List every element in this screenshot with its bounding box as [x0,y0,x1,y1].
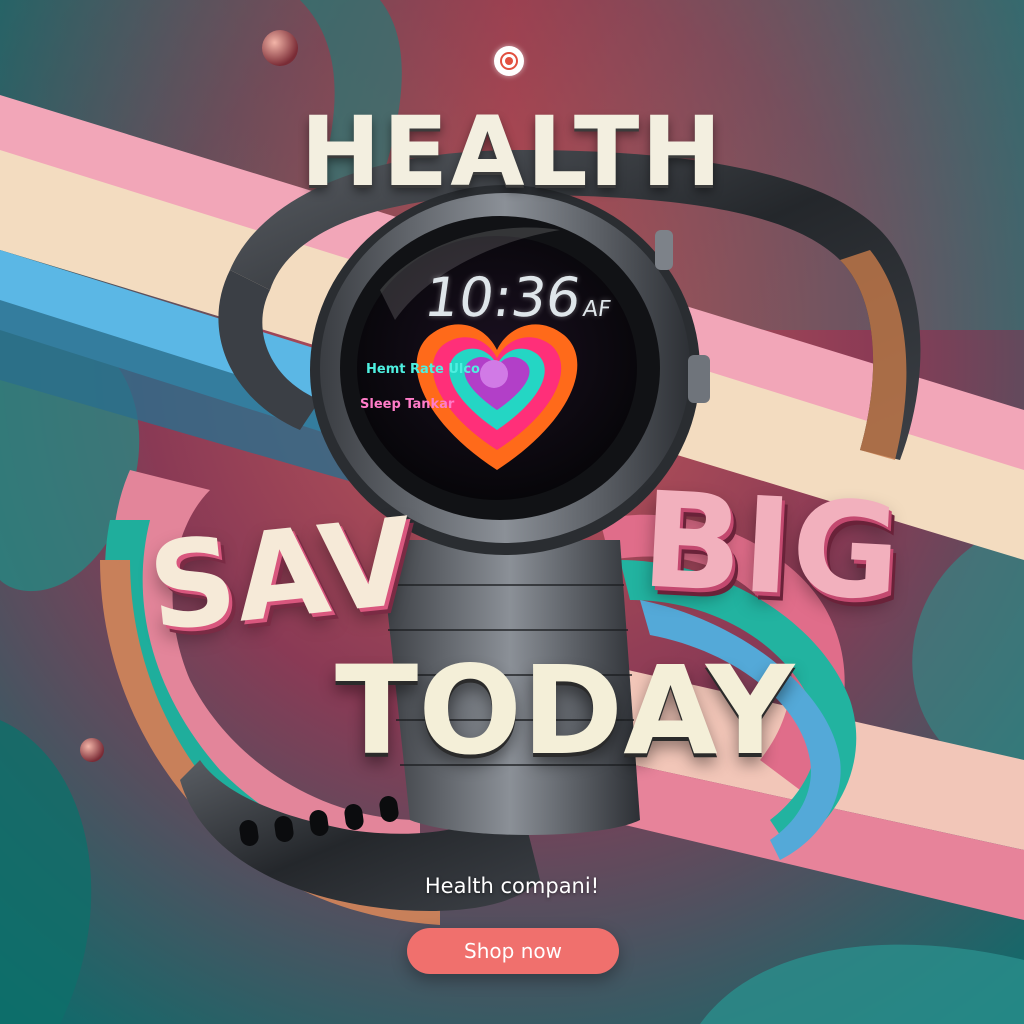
target-logo-icon [494,46,524,76]
shop-now-button[interactable]: Shop now [407,928,619,974]
headline: HEALTH [300,96,724,208]
promo-save-text: SAV [142,492,420,659]
promo-today-text: TODAY [335,640,795,782]
tagline: Health compani! [424,874,600,898]
watch-metric-label: Hemt Rate Ulco [366,362,480,377]
ad-canvas: HEALTH 10:36AF Hemt Rate Ulco Sleep Tank… [0,0,1024,1024]
watch-time-suffix: AF [581,297,613,322]
promo-big-text: BIG [638,463,904,631]
watch-time: 10:36AF [421,266,617,329]
watch-time-value: 10:36 [420,266,586,329]
watch-metric-label: Sleep Tankar [360,397,455,412]
